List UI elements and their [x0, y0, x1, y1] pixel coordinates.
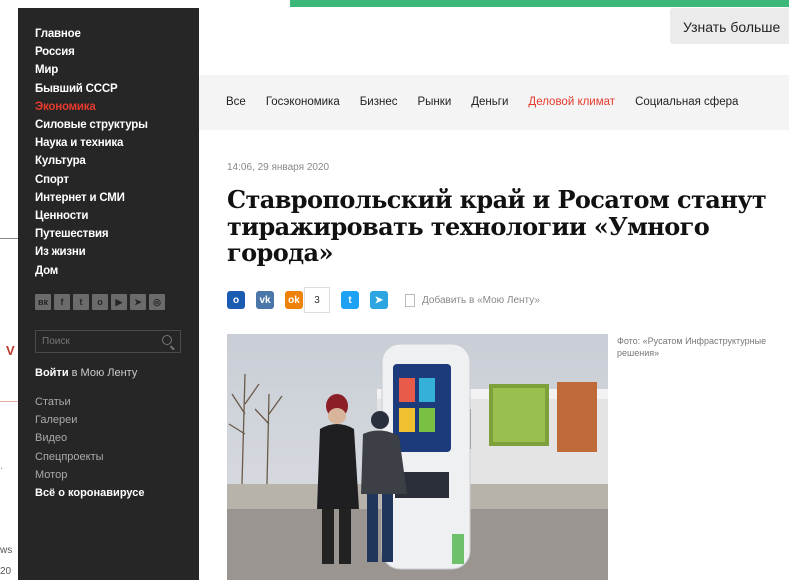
learn-more-button[interactable]: Узнать больше: [670, 8, 789, 44]
login-link[interactable]: Войти в Мою Ленту: [35, 367, 137, 379]
rubric-tab[interactable]: Социальная сфера: [635, 96, 738, 108]
vk-share-icon[interactable]: vk: [256, 291, 274, 309]
rubric-tab[interactable]: Все: [226, 96, 246, 108]
sidebar-nav-item[interactable]: Бывший СССР: [35, 80, 148, 98]
article-photo: [227, 334, 608, 580]
vk-icon[interactable]: вк: [35, 294, 51, 310]
sidebar-nav-item[interactable]: Экономика: [35, 98, 148, 116]
sidebar-nav-item[interactable]: Спорт: [35, 171, 148, 189]
sidebar-section-link[interactable]: Видео: [35, 429, 144, 447]
sidebar-nav-item[interactable]: Силовые структуры: [35, 116, 148, 134]
photo-caption: Фото: «Русатом Инфраструктурные решения»: [617, 336, 767, 358]
facebook-icon[interactable]: f: [54, 294, 70, 310]
sidebar-section-link[interactable]: Статьи: [35, 393, 144, 411]
rubric-tab[interactable]: Рынки: [418, 96, 452, 108]
odnoklassniki-icon[interactable]: о: [92, 294, 108, 310]
sidebar-nav-item[interactable]: Интернет и СМИ: [35, 189, 148, 207]
add-to-feed-button[interactable]: Добавить в «Мою Ленту»: [405, 293, 540, 307]
sidebar-nav-item[interactable]: Наука и техника: [35, 134, 148, 152]
youtube-icon[interactable]: ▶: [111, 294, 127, 310]
rubric-tab[interactable]: Бизнес: [360, 96, 398, 108]
background-dot: ·: [0, 463, 4, 474]
odnoklassniki-round-icon[interactable]: o: [227, 291, 245, 309]
sidebar-nav: Главное Россия Мир Бывший СССР Экономика Сило…: [35, 25, 148, 280]
article-title: Ставропольский край и Росатом станут тир…: [227, 185, 767, 267]
sidebar-nav-item[interactable]: Ценности: [35, 207, 148, 225]
sidebar-sections: Статьи Галереи Видео Спецпроекты Мотор Всё о …: [35, 393, 144, 502]
login-label[interactable]: Войти: [35, 367, 69, 379]
sidebar-nav-item[interactable]: Дом: [35, 262, 148, 280]
rubric-tab[interactable]: Деньги: [471, 96, 508, 108]
twitter-share-icon[interactable]: t: [341, 291, 359, 309]
sidebar-nav-item[interactable]: Мир: [35, 61, 148, 79]
background-text: 20: [0, 566, 12, 577]
sidebar-nav-item[interactable]: Главное: [35, 25, 148, 43]
sidebar-section-link[interactable]: Мотор: [35, 466, 144, 484]
rubric-tab[interactable]: Госэкономика: [266, 96, 340, 108]
sidebar-nav-item[interactable]: Путешествия: [35, 225, 148, 243]
article-date: 14:06, 29 января 2020: [227, 162, 330, 173]
login-suffix[interactable]: в Мою Ленту: [69, 367, 138, 379]
instagram-icon[interactable]: ◎: [149, 294, 165, 310]
share-count: 3: [304, 287, 330, 313]
add-to-feed-label[interactable]: Добавить в «Мою Ленту»: [422, 295, 540, 306]
background-text: ws: [0, 545, 13, 556]
sidebar-nav-item[interactable]: Культура: [35, 152, 148, 170]
ok-share-icon[interactable]: ok: [285, 291, 303, 309]
rubric-tabs: Все Госэкономика Бизнес Рынки Деньги Деловой …: [226, 96, 738, 108]
social-links: вк f t о ▶ ➤ ◎: [35, 294, 165, 310]
sidebar-nav-item[interactable]: Россия: [35, 43, 148, 61]
share-bar: o vk ok 3 t ➤ Добавить в «Мою Ленту»: [227, 287, 540, 313]
background-letter: V: [6, 343, 15, 358]
rubric-tab[interactable]: Деловой климат: [528, 96, 615, 108]
twitter-icon[interactable]: t: [73, 294, 89, 310]
rubric-bar: Все Госэкономика Бизнес Рынки Деньги Деловой …: [199, 75, 789, 130]
sidebar: Главное Россия Мир Бывший СССР Экономика Сило…: [18, 8, 199, 580]
search-input[interactable]: [36, 331, 156, 352]
search-box: [35, 330, 181, 353]
photo-image: [227, 334, 608, 580]
sidebar-nav-item[interactable]: Из жизни: [35, 243, 148, 261]
bookmark-icon: [405, 293, 415, 307]
telegram-icon[interactable]: ➤: [130, 294, 146, 310]
search-icon[interactable]: [162, 335, 172, 345]
top-green-bar: [290, 0, 789, 7]
telegram-share-icon[interactable]: ➤: [370, 291, 388, 309]
sidebar-section-link[interactable]: Галереи: [35, 411, 144, 429]
sidebar-section-link[interactable]: Всё о коронавирусе: [35, 484, 144, 502]
sidebar-section-link[interactable]: Спецпроекты: [35, 448, 144, 466]
